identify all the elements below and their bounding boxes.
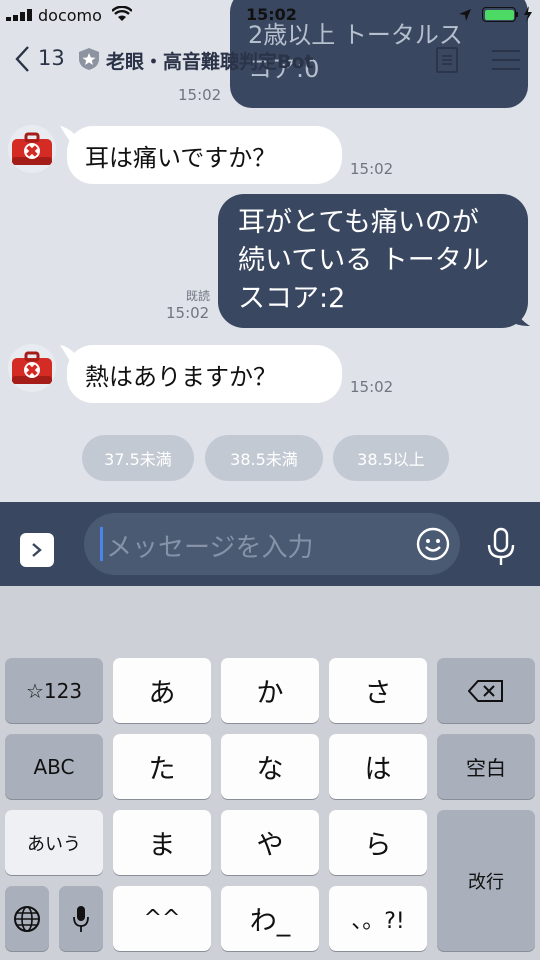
notes-icon[interactable] xyxy=(436,47,458,73)
back-button[interactable]: 13 xyxy=(10,42,70,76)
key-punctuation[interactable]: 、。?! xyxy=(329,886,427,951)
key-ha[interactable]: は xyxy=(329,734,427,799)
battery-cap xyxy=(516,12,518,17)
battery-level xyxy=(484,9,514,20)
message-bubble-outgoing[interactable]: 耳がとても痛いのが 続いている トータル スコア:2 xyxy=(218,194,528,328)
battery-icon xyxy=(482,7,516,22)
key-ma[interactable]: ま xyxy=(113,810,211,875)
wifi-icon xyxy=(112,6,132,21)
key-a[interactable]: あ xyxy=(113,658,211,723)
delete-key[interactable] xyxy=(437,658,535,723)
key-dakuten[interactable]: ^^ xyxy=(113,886,211,951)
key-sa[interactable]: さ xyxy=(329,658,427,723)
keyboard-mic-icon xyxy=(73,905,89,932)
key-ya[interactable]: や xyxy=(221,810,319,875)
key-wa[interactable]: わ_ xyxy=(221,886,319,951)
bot-avatar-icon xyxy=(12,351,52,384)
message-text: 耳は痛いですか？ xyxy=(85,144,277,172)
signal-icon xyxy=(6,9,32,21)
quick-reply-button[interactable]: 37.5未満 xyxy=(82,435,194,481)
key-return[interactable]: 改行 xyxy=(437,810,535,951)
shield-badge-icon xyxy=(79,48,99,70)
delete-icon xyxy=(468,679,503,702)
quick-reply-button[interactable]: 38.5以上 xyxy=(333,435,449,481)
message-input[interactable]: メッセージを入力 xyxy=(84,513,460,575)
quick-reply-button[interactable]: 38.5未満 xyxy=(205,435,323,481)
chat-title: 老眼・高音難聴判定Bot xyxy=(106,51,314,73)
message-time: 15:02 xyxy=(166,304,210,322)
emoji-icon[interactable] xyxy=(416,527,450,561)
expand-menu-button[interactable] xyxy=(20,533,54,567)
bot-avatar-icon xyxy=(12,132,52,165)
message-text: 熱はありますか？ xyxy=(85,363,277,391)
status-bar: docomo 15:02 xyxy=(0,0,540,30)
key-ra[interactable]: ら xyxy=(329,810,427,875)
back-chevron-icon xyxy=(15,46,29,72)
bubble-tail xyxy=(512,306,530,326)
status-time: 15:02 xyxy=(246,5,297,24)
key-kana-mode[interactable]: あいう xyxy=(5,810,103,875)
read-receipt: 既読 xyxy=(186,289,211,303)
text-cursor xyxy=(100,527,103,561)
expand-arrow-icon xyxy=(32,543,42,557)
dictation-key[interactable] xyxy=(59,886,103,951)
key-ta[interactable]: た xyxy=(113,734,211,799)
menu-icon[interactable] xyxy=(492,49,520,71)
message-line: 続いている トータル xyxy=(238,245,489,276)
message-time: 15:02 xyxy=(350,160,394,178)
unread-count: 13 xyxy=(38,46,65,70)
location-icon xyxy=(459,9,471,21)
microphone-icon[interactable] xyxy=(486,527,516,567)
bot-avatar[interactable] xyxy=(8,344,56,392)
key-ka[interactable]: か xyxy=(221,658,319,723)
message-bubble-incoming[interactable]: 熱はありますか？ xyxy=(67,345,342,403)
charging-icon xyxy=(524,6,532,22)
message-placeholder: メッセージを入力 xyxy=(106,533,314,563)
key-space[interactable]: 空白 xyxy=(437,734,535,799)
key-numbers[interactable]: ☆123 xyxy=(5,658,103,723)
message-bubble-incoming[interactable]: 耳は痛いですか？ xyxy=(67,126,342,184)
message-line: 耳がとても痛いのが xyxy=(238,207,479,238)
message-time: 15:02 xyxy=(350,378,394,396)
message-line: スコア:2 xyxy=(238,283,346,314)
bot-avatar[interactable] xyxy=(8,125,56,173)
key-abc[interactable]: ABC xyxy=(5,734,103,799)
globe-key[interactable] xyxy=(5,886,49,951)
chat-header: 13 老眼・高音難聴判定Bot xyxy=(0,30,540,92)
globe-icon xyxy=(14,905,40,932)
key-na[interactable]: な xyxy=(221,734,319,799)
carrier-name: docomo xyxy=(38,6,102,25)
